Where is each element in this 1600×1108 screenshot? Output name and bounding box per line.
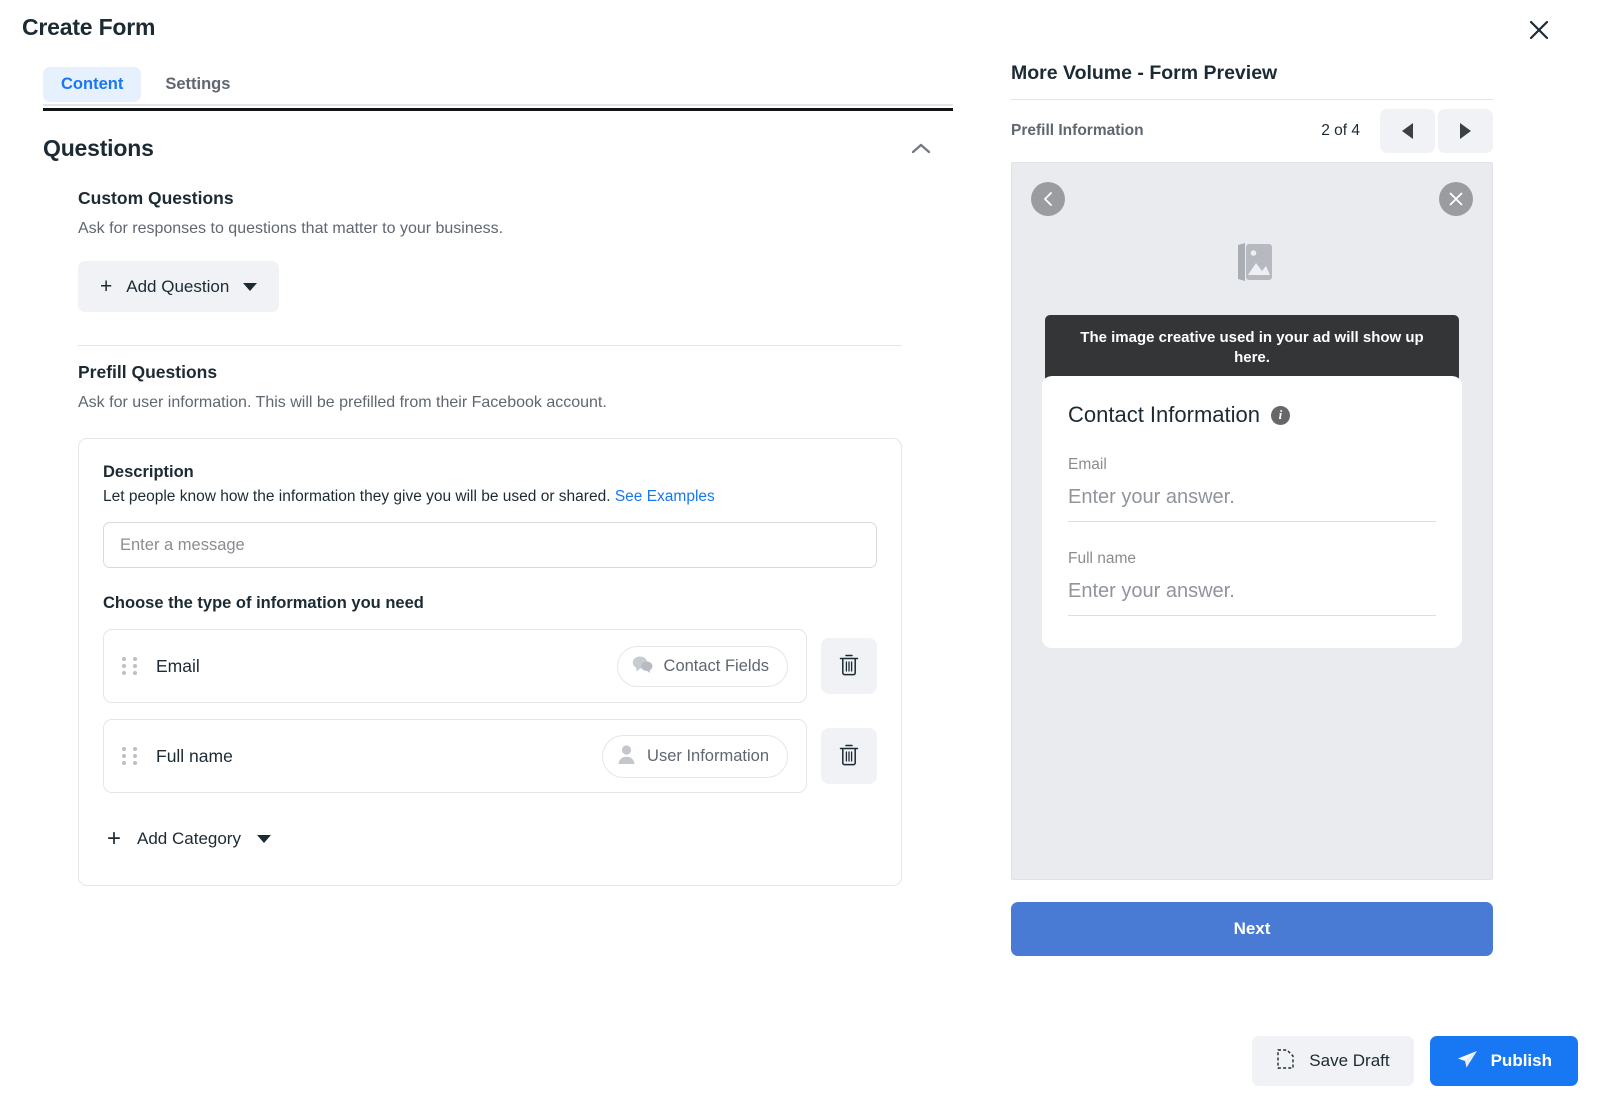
drag-handle-icon[interactable] — [122, 747, 138, 765]
prefill-card: Description Let people know how the info… — [78, 438, 902, 886]
add-question-button[interactable]: + Add Question — [78, 261, 280, 312]
prefill-questions-description: Ask for user information. This will be p… — [78, 394, 607, 411]
chevron-left-circle-icon[interactable] — [1031, 182, 1065, 216]
page-title: Create Form — [22, 14, 156, 40]
save-draft-label: Save Draft — [1309, 1051, 1390, 1070]
preview-field-underline — [1068, 521, 1436, 522]
prefill-field-row: Email Contact Fields — [103, 629, 877, 703]
chevron-down-icon — [256, 835, 271, 843]
field-label: Full name — [156, 745, 233, 766]
custom-questions-heading: Custom Questions — [78, 188, 234, 208]
field-category-badge: Contact Fields — [616, 645, 788, 687]
questions-heading: Questions — [43, 134, 154, 161]
content-panel: Questions Custom Questions Ask for respo… — [0, 124, 980, 886]
description-label: Description — [103, 463, 194, 481]
image-stack-icon — [1012, 241, 1492, 287]
choose-information-label: Choose the type of information you need — [103, 594, 424, 612]
form-preview-panel: More Volume - Form Preview Prefill Infor… — [1011, 62, 1493, 956]
dialog-footer: Save Draft Publish — [1252, 1036, 1578, 1086]
custom-questions-description: Ask for responses to questions that matt… — [78, 220, 504, 237]
trash-icon — [838, 653, 860, 680]
person-icon — [617, 744, 636, 769]
chat-bubbles-icon — [632, 655, 653, 678]
preview-card-title-row: Contact Information i — [1068, 402, 1436, 428]
description-hint-text: Let people know how the information they… — [103, 488, 611, 505]
tab-underline-active — [43, 108, 953, 111]
info-icon[interactable]: i — [1270, 405, 1290, 425]
preview-field-placeholder[interactable]: Enter your answer. — [1068, 486, 1436, 521]
preview-prev-button[interactable] — [1380, 109, 1435, 153]
triangle-right-icon — [1460, 123, 1471, 139]
tab-bar: Content Settings — [43, 67, 248, 102]
chevron-up-icon[interactable] — [905, 136, 937, 161]
publish-button[interactable]: Publish — [1429, 1036, 1578, 1086]
see-examples-link[interactable]: See Examples — [615, 488, 715, 505]
form-preview-canvas: The image creative used in your ad will … — [1011, 162, 1493, 880]
close-icon[interactable] — [1523, 14, 1555, 46]
preview-step-count: 2 of 4 — [1321, 122, 1360, 139]
prefill-field-email[interactable]: Email Contact Fields — [103, 629, 807, 703]
add-category-button[interactable]: + Add Category — [103, 823, 275, 855]
preview-field-placeholder[interactable]: Enter your answer. — [1068, 580, 1436, 615]
image-placeholder-tooltip: The image creative used in your ad will … — [1045, 315, 1459, 382]
close-circle-icon[interactable] — [1439, 182, 1473, 216]
field-label: Email — [156, 655, 200, 676]
description-message-input[interactable] — [103, 522, 877, 568]
preview-next-cta-button[interactable]: Next — [1011, 902, 1493, 956]
prefill-field-full-name[interactable]: Full name User Information — [103, 719, 807, 793]
trash-icon — [838, 743, 860, 770]
plus-icon: + — [100, 275, 113, 298]
create-form-dialog: Create Form Content Settings Questions C… — [0, 0, 1600, 1108]
questions-section-header: Questions — [43, 124, 937, 172]
preview-form-card: Contact Information i Email Enter your a… — [1042, 376, 1462, 648]
preview-card-title: Contact Information — [1068, 402, 1260, 427]
custom-questions-block: Custom Questions Ask for responses to qu… — [78, 188, 902, 312]
preview-field-email: Email Enter your answer. — [1068, 456, 1436, 522]
preview-step-label: Prefill Information — [1011, 122, 1144, 139]
plus-icon: + — [107, 825, 122, 852]
preview-title: More Volume - Form Preview — [1011, 62, 1278, 84]
preview-pager-buttons — [1380, 109, 1493, 153]
drag-handle-icon[interactable] — [122, 657, 138, 675]
preview-next-button[interactable] — [1438, 109, 1493, 153]
prefill-questions-block: Prefill Questions Ask for user informati… — [78, 362, 902, 412]
section-divider — [78, 345, 902, 346]
field-category-badge: User Information — [602, 734, 788, 778]
delete-field-button[interactable] — [821, 728, 877, 784]
description-hint: Let people know how the information they… — [103, 488, 877, 506]
tab-content[interactable]: Content — [43, 67, 142, 102]
field-category-label: User Information — [647, 746, 769, 765]
triangle-left-icon — [1402, 123, 1413, 139]
tab-settings[interactable]: Settings — [147, 67, 248, 102]
delete-field-button[interactable] — [821, 638, 877, 694]
prefill-field-row: Full name User Information — [103, 719, 877, 793]
field-category-label: Contact Fields — [663, 656, 769, 675]
publish-label: Publish — [1490, 1051, 1552, 1070]
tab-underline-light — [43, 104, 953, 106]
prefill-questions-heading: Prefill Questions — [78, 362, 218, 382]
chevron-down-icon — [243, 282, 258, 291]
add-category-label: Add Category — [137, 829, 241, 848]
preview-field-underline — [1068, 615, 1436, 616]
save-draft-button[interactable]: Save Draft — [1252, 1036, 1414, 1086]
preview-field-full-name: Full name Enter your answer. — [1068, 550, 1436, 616]
preview-pager: Prefill Information 2 of 4 — [1011, 100, 1493, 162]
add-question-label: Add Question — [126, 276, 230, 296]
send-plane-icon — [1456, 1049, 1478, 1074]
document-dashed-icon — [1276, 1048, 1295, 1075]
preview-field-label: Full name — [1068, 550, 1137, 567]
preview-field-label: Email — [1068, 456, 1107, 473]
